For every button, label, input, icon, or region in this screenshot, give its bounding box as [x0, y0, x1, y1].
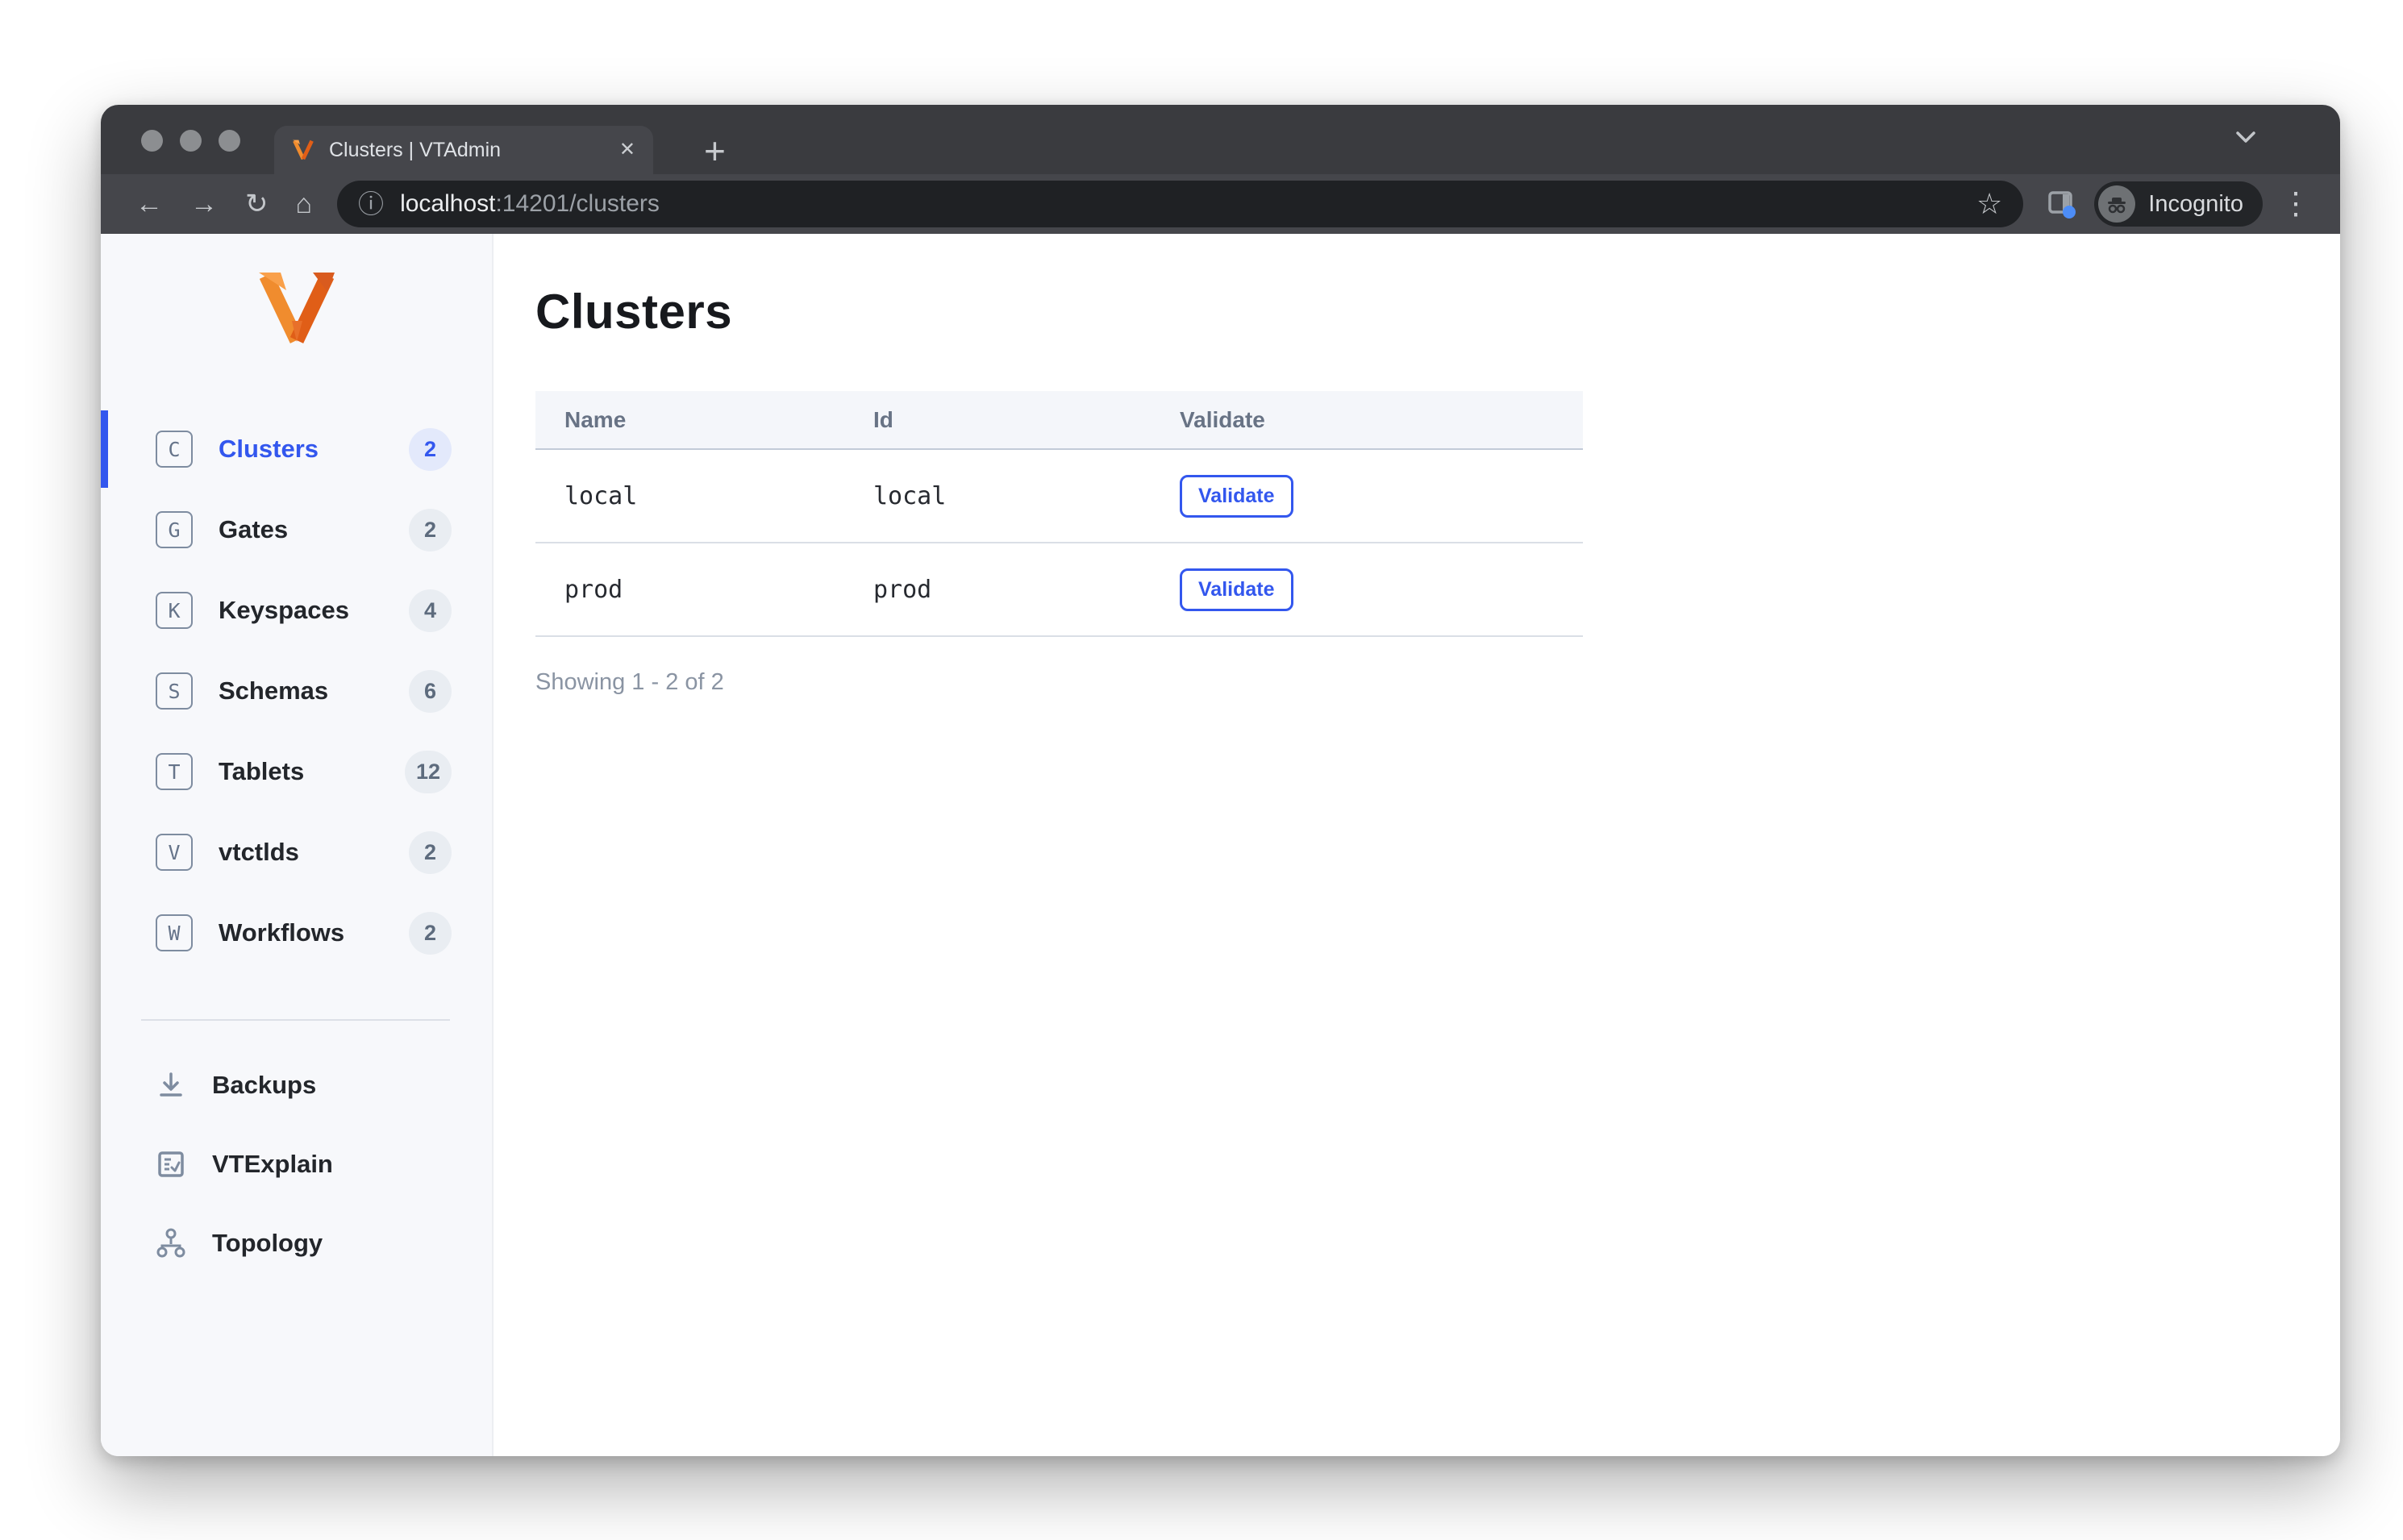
back-icon[interactable]: ←: [135, 190, 163, 218]
browser-menu-icon[interactable]: ⋮: [2280, 189, 2311, 219]
url-path: :14201/clusters: [495, 190, 660, 217]
sidebar-nav: C Clusters 2 G Gates 2 K Keyspaces 4 S S…: [101, 409, 492, 973]
sidebar-item-gates[interactable]: G Gates 2: [101, 489, 492, 570]
workflows-letter-icon: W: [156, 914, 193, 951]
count-badge: 2: [409, 427, 452, 471]
sidebar-item-vtexplain[interactable]: VTExplain: [101, 1125, 492, 1204]
incognito-badge[interactable]: Incognito: [2094, 181, 2263, 227]
count-badge: 4: [409, 589, 452, 632]
table-row: prod prod Validate: [535, 543, 1583, 636]
count-badge: 2: [409, 830, 452, 874]
chevron-down-icon[interactable]: [2235, 131, 2256, 144]
vitess-favicon-icon: [293, 139, 314, 160]
main-content: Clusters Name Id Validate local local Va…: [494, 234, 2340, 1456]
column-header-validate: Validate: [1151, 391, 1583, 450]
column-header-id: Id: [844, 391, 1151, 450]
table-header-row: Name Id Validate: [535, 391, 1583, 450]
traffic-light-close[interactable]: [141, 130, 163, 152]
sidebar-item-label: Keyspaces: [219, 596, 350, 624]
incognito-label: Incognito: [2148, 190, 2243, 217]
sidebar-item-label: Workflows: [219, 918, 345, 947]
reload-icon[interactable]: ↻: [245, 190, 269, 218]
table-row: local local Validate: [535, 449, 1583, 543]
download-icon: [160, 1072, 182, 1097]
sidebar-divider: [141, 1019, 450, 1021]
sidebar-item-label: Topology: [212, 1229, 323, 1257]
validate-button[interactable]: Validate: [1180, 474, 1293, 518]
vitess-logo-icon: [258, 273, 335, 343]
sidebar-item-clusters[interactable]: C Clusters 2: [101, 409, 492, 489]
sidebar-item-vtctlds[interactable]: V vtctlds 2: [101, 812, 492, 893]
forward-icon[interactable]: →: [190, 190, 218, 218]
count-badge: 2: [409, 911, 452, 955]
sidebar-item-schemas[interactable]: S Schemas 6: [101, 651, 492, 731]
new-tab-button[interactable]: +: [704, 132, 726, 169]
traffic-light-minimize[interactable]: [180, 130, 202, 152]
side-panel-icon[interactable]: [2046, 188, 2078, 220]
clusters-letter-icon: C: [156, 431, 193, 468]
column-header-name: Name: [535, 391, 844, 450]
sidebar-tools: Backups VTExplain Topology: [101, 1046, 492, 1283]
side-panel-glyph: [2048, 191, 2076, 219]
tablets-letter-icon: T: [156, 753, 193, 790]
keyspaces-letter-icon: K: [156, 592, 193, 629]
traffic-light-zoom[interactable]: [219, 130, 240, 152]
cell-cluster-name: prod: [564, 575, 623, 604]
schemas-letter-icon: S: [156, 672, 193, 710]
incognito-icon: [2098, 185, 2136, 223]
gates-letter-icon: G: [156, 511, 193, 548]
cell-cluster-id: prod: [873, 575, 932, 604]
bookmark-star-icon[interactable]: ☆: [1976, 189, 2002, 219]
browser-tab-active[interactable]: Clusters | VTAdmin ✕: [274, 126, 653, 174]
sidebar-item-topology[interactable]: Topology: [101, 1204, 492, 1283]
browser-toolbar: ← → ↻ ⌂ ⓘ localhost :14201/clusters ☆ In…: [101, 174, 2340, 234]
sidebar-item-label: Clusters: [219, 435, 319, 463]
page-content: C Clusters 2 G Gates 2 K Keyspaces 4 S S…: [101, 234, 2340, 1456]
sidebar-item-label: Schemas: [219, 676, 329, 705]
sidebar-item-tablets[interactable]: T Tablets 12: [101, 731, 492, 812]
count-badge: 6: [409, 669, 452, 713]
sidebar-item-workflows[interactable]: W Workflows 2: [101, 893, 492, 973]
sidebar: C Clusters 2 G Gates 2 K Keyspaces 4 S S…: [101, 234, 494, 1456]
sidebar-item-label: VTExplain: [212, 1150, 333, 1178]
page-title: Clusters: [535, 285, 733, 339]
vtctlds-letter-icon: V: [156, 834, 193, 871]
url-host: localhost: [400, 190, 496, 217]
clusters-table: Name Id Validate local local Validate pr…: [535, 391, 1583, 637]
count-badge: 2: [409, 508, 452, 551]
tab-close-icon[interactable]: ✕: [619, 140, 635, 160]
site-info-icon[interactable]: ⓘ: [358, 191, 384, 217]
address-bar[interactable]: ⓘ localhost :14201/clusters ☆: [337, 181, 2024, 227]
sidebar-item-label: Tablets: [219, 757, 305, 785]
pagination-summary: Showing 1 - 2 of 2: [535, 669, 724, 695]
tab-strip: Clusters | VTAdmin ✕ +: [101, 105, 2340, 174]
sidebar-item-label: Gates: [219, 515, 289, 543]
sidebar-item-keyspaces[interactable]: K Keyspaces 4: [101, 570, 492, 651]
home-icon[interactable]: ⌂: [296, 190, 313, 218]
cell-cluster-id: local: [873, 481, 947, 510]
document-check-icon: [158, 1151, 184, 1177]
window-controls: [141, 130, 240, 152]
cell-cluster-name: local: [564, 481, 638, 510]
tab-title: Clusters | VTAdmin: [329, 138, 502, 161]
topology-icon: [156, 1228, 185, 1258]
validate-button[interactable]: Validate: [1180, 568, 1293, 611]
count-badge: 12: [404, 750, 452, 793]
sidebar-item-backups[interactable]: Backups: [101, 1046, 492, 1125]
browser-window: Clusters | VTAdmin ✕ + ← → ↻ ⌂ ⓘ localho…: [101, 105, 2340, 1456]
sidebar-item-label: Backups: [212, 1071, 317, 1099]
sidebar-item-label: vtctlds: [219, 838, 299, 866]
